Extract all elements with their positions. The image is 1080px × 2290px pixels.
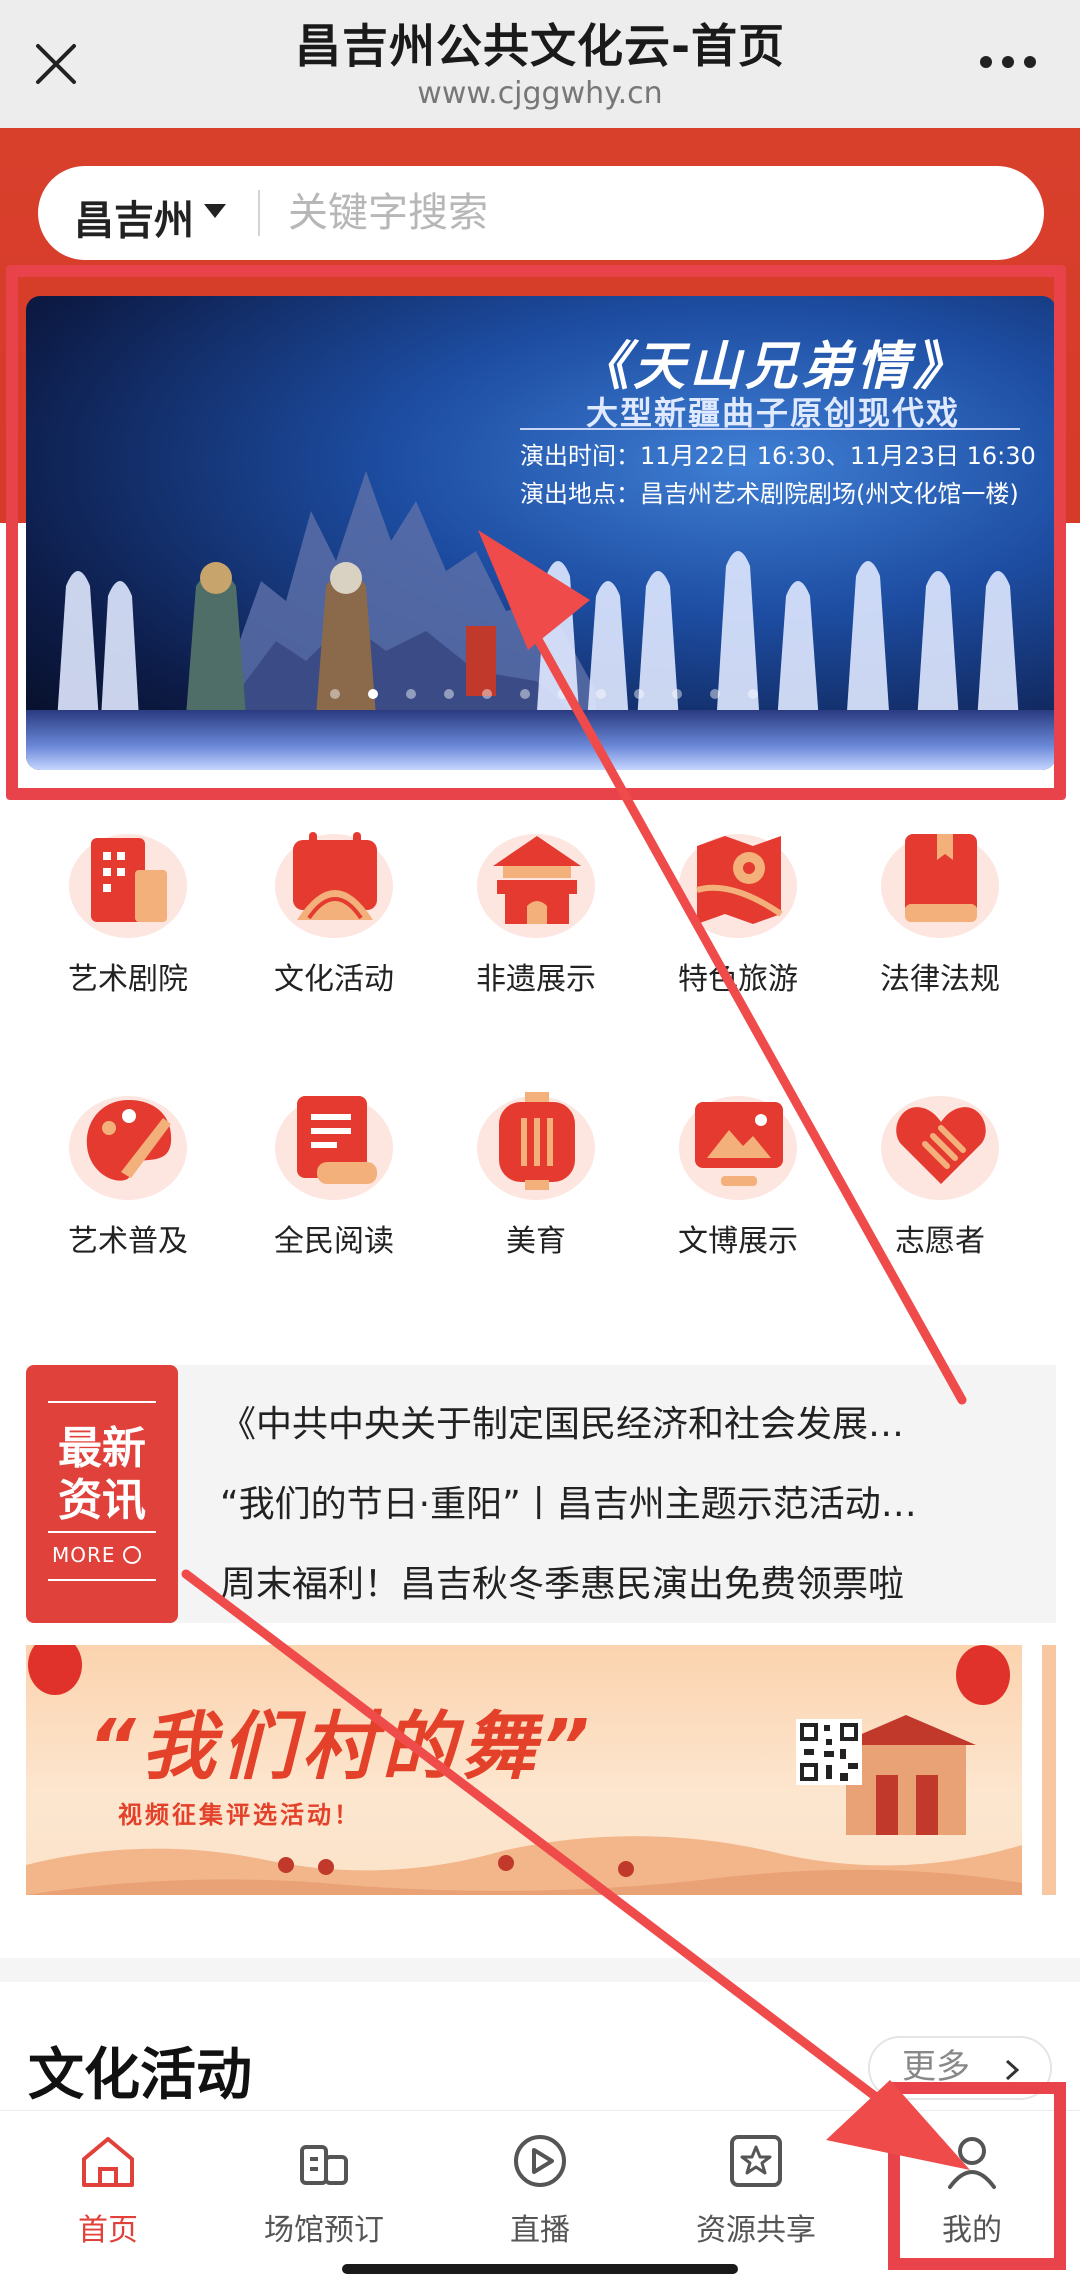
theater-building-icon bbox=[69, 830, 187, 940]
grid-label: 美育 bbox=[506, 1224, 566, 1259]
map-pin-icon bbox=[679, 830, 797, 940]
city-selector[interactable]: 昌吉州 bbox=[74, 188, 194, 246]
tab-resource-sharing[interactable]: 资源共享 bbox=[656, 2129, 856, 2249]
promo-subtitle: 视频征集评选活动！ bbox=[118, 1801, 361, 1829]
caret-down-icon[interactable] bbox=[204, 204, 226, 218]
grid-label: 特色旅游 bbox=[678, 962, 798, 997]
tab-label: 场馆预订 bbox=[264, 2213, 384, 2248]
circle-icon bbox=[122, 1546, 141, 1564]
badge-divider bbox=[48, 1531, 156, 1533]
picture-frame-icon bbox=[679, 1092, 797, 1202]
search-input[interactable] bbox=[286, 180, 1010, 246]
grid-label: 志愿者 bbox=[895, 1224, 985, 1259]
play-icon bbox=[514, 2135, 566, 2187]
tab-home[interactable]: 首页 bbox=[8, 2129, 208, 2249]
grid-label: 全民阅读 bbox=[274, 1224, 394, 1259]
section-divider bbox=[0, 1958, 1080, 1982]
law-book-icon bbox=[881, 830, 999, 940]
star-box-icon bbox=[730, 2135, 782, 2187]
lantern-icon bbox=[477, 1092, 595, 1202]
qr-code-icon bbox=[796, 1719, 862, 1785]
news-badge[interactable]: 最新资讯 MORE bbox=[26, 1365, 178, 1623]
badge-divider bbox=[48, 1579, 156, 1581]
grid-label: 法律法规 bbox=[880, 962, 1000, 997]
grid-label: 艺术普及 bbox=[68, 1224, 188, 1259]
heart-hands-icon bbox=[881, 1092, 999, 1202]
tab-live[interactable]: 直播 bbox=[440, 2129, 640, 2249]
palette-brush-icon bbox=[69, 1092, 187, 1202]
annotation-box-mine-tab bbox=[888, 2082, 1066, 2270]
tab-label: 资源共享 bbox=[696, 2213, 816, 2248]
grid-item-heritage[interactable]: 非遗展示 bbox=[446, 830, 626, 998]
annotation-box-banner bbox=[6, 265, 1066, 800]
grid-item-law[interactable]: 法律法规 bbox=[850, 830, 1030, 998]
grid-label: 艺术剧院 bbox=[68, 962, 188, 997]
tab-venue-booking[interactable]: 场馆预订 bbox=[224, 2129, 424, 2249]
grid-item-museum[interactable]: 文博展示 bbox=[648, 1092, 828, 1260]
more-button-label: 更多 bbox=[902, 2047, 970, 2087]
promo-banner[interactable]: “我们村的舞” 视频征集评选活动！ bbox=[26, 1645, 1022, 1895]
scroll-document-icon bbox=[275, 1092, 393, 1202]
section-title: 文化活动 bbox=[28, 2043, 252, 2108]
grid-item-tourism[interactable]: 特色旅游 bbox=[648, 830, 828, 998]
news-item[interactable]: “我们的节日·重阳”丨昌吉州主题示范活动… bbox=[220, 1475, 1020, 1527]
grid-item-culture-activities[interactable]: 文化活动 bbox=[244, 830, 424, 998]
promo-title: “我们村的舞” bbox=[88, 1704, 596, 1790]
grid-label: 文博展示 bbox=[678, 1224, 798, 1259]
more-dots-icon[interactable] bbox=[980, 56, 1040, 70]
badge-divider bbox=[48, 1401, 156, 1403]
search-divider bbox=[258, 190, 260, 236]
search-bar: 昌吉州 bbox=[38, 166, 1044, 260]
next-promo-peek[interactable] bbox=[1042, 1645, 1056, 1895]
grid-item-art-theater[interactable]: 艺术剧院 bbox=[38, 830, 218, 998]
venue-icon bbox=[300, 2145, 348, 2185]
grid-item-reading[interactable]: 全民阅读 bbox=[244, 1092, 424, 1260]
tab-label: 首页 bbox=[78, 2213, 138, 2248]
pavilion-icon bbox=[477, 830, 595, 940]
page-title: 昌吉州公共文化云-首页 bbox=[294, 19, 786, 73]
grid-label: 非遗展示 bbox=[476, 962, 596, 997]
page-url: www.cjggwhy.cn bbox=[417, 76, 663, 111]
home-indicator bbox=[342, 2264, 738, 2274]
tab-label: 直播 bbox=[510, 2213, 570, 2248]
chevron-right-icon bbox=[1005, 2059, 1020, 2081]
news-more-link[interactable]: MORE bbox=[52, 1543, 141, 1567]
browser-header: 昌吉州公共文化云-首页 www.cjggwhy.cn bbox=[0, 0, 1080, 128]
news-item[interactable]: 周末福利！昌吉秋冬季惠民演出免费领票啦 bbox=[220, 1555, 1020, 1607]
grid-label: 文化活动 bbox=[274, 962, 394, 997]
news-item[interactable]: 《中共中央关于制定国民经济和社会发展… bbox=[220, 1395, 1020, 1447]
calendar-fan-icon bbox=[275, 830, 393, 940]
news-panel: 最新资讯 MORE 《中共中央关于制定国民经济和社会发展… “我们的节日·重阳”… bbox=[26, 1365, 1056, 1623]
news-badge-title: 最新资讯 bbox=[58, 1423, 146, 1526]
grid-item-art-education[interactable]: 艺术普及 bbox=[38, 1092, 218, 1260]
grid-item-volunteer[interactable]: 志愿者 bbox=[850, 1092, 1030, 1260]
home-icon bbox=[82, 2137, 134, 2187]
grid-item-aesthetic[interactable]: 美育 bbox=[446, 1092, 626, 1260]
